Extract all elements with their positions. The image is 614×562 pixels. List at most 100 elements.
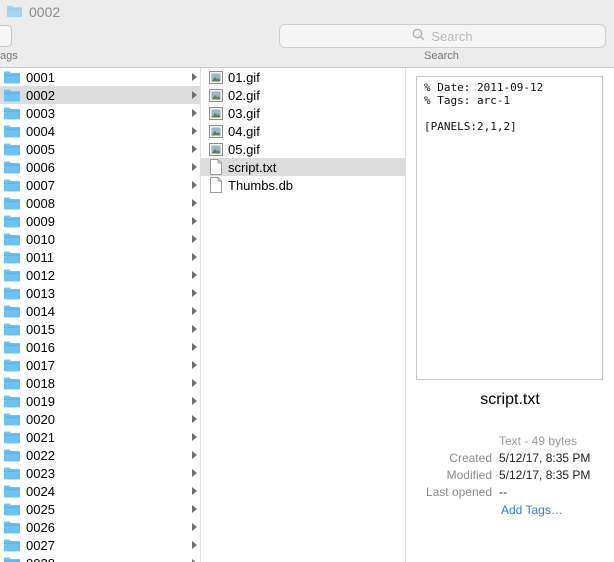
folder-name: 0015 [26, 321, 55, 337]
folder-row[interactable]: 0025 [0, 500, 200, 518]
folder-row[interactable]: 0008 [0, 194, 200, 212]
folder-row[interactable]: 0012 [0, 266, 200, 284]
folder-row[interactable]: 0028 [0, 554, 200, 562]
folder-name: 0004 [26, 123, 55, 139]
file-row[interactable]: script.txt [201, 158, 405, 176]
folder-icon [3, 556, 21, 562]
folder-icon [3, 304, 21, 318]
folder-row[interactable]: 0010 [0, 230, 200, 248]
folder-row[interactable]: 0007 [0, 176, 200, 194]
file-row[interactable]: 04.gif [201, 122, 405, 140]
toolbar: 0002 ags Search Search [0, 0, 614, 68]
chevron-right-icon [192, 451, 197, 459]
folder-row[interactable]: 0002 [0, 86, 200, 104]
chevron-right-icon [192, 433, 197, 441]
folder-row[interactable]: 0013 [0, 284, 200, 302]
preview-kind: Text - 49 bytes [499, 434, 578, 448]
folder-name: 0013 [26, 285, 55, 301]
folder-row[interactable]: 0019 [0, 392, 200, 410]
folder-column[interactable]: 0001 0002 0003 0004 0005 0006 0007 0008 0009 0010… [0, 68, 201, 562]
folder-name: 0023 [26, 465, 55, 481]
folder-row[interactable]: 0003 [0, 104, 200, 122]
folder-row[interactable]: 0004 [0, 122, 200, 140]
folder-row[interactable]: 0022 [0, 446, 200, 464]
preview-file-name: script.txt [480, 391, 540, 408]
folder-row[interactable]: 0005 [0, 140, 200, 158]
folder-icon [3, 178, 21, 192]
chevron-right-icon [192, 379, 197, 387]
folder-row[interactable]: 0026 [0, 518, 200, 536]
folder-row[interactable]: 0014 [0, 302, 200, 320]
folder-row[interactable]: 0001 [0, 68, 200, 86]
chevron-right-icon [192, 361, 197, 369]
folder-icon [3, 250, 21, 264]
chevron-right-icon [192, 199, 197, 207]
folder-name: 0006 [26, 159, 55, 175]
file-row[interactable]: 05.gif [201, 140, 405, 158]
file-row[interactable]: 02.gif [201, 86, 405, 104]
chevron-right-icon [192, 253, 197, 261]
chevron-right-icon [192, 505, 197, 513]
file-name: 02.gif [228, 87, 260, 103]
file-column[interactable]: 01.gif 02.gif 03.gif 04.gif 05.gif script.txt… [201, 68, 406, 562]
folder-row[interactable]: 0006 [0, 158, 200, 176]
text-file-icon [209, 159, 223, 175]
folder-name: 0012 [26, 267, 55, 283]
folder-row[interactable]: 0023 [0, 464, 200, 482]
folder-row[interactable]: 0021 [0, 428, 200, 446]
folder-row[interactable]: 0024 [0, 482, 200, 500]
folder-name: 0009 [26, 213, 55, 229]
preview-line: [PANELS:2,1,2] [424, 120, 517, 133]
folder-icon [3, 502, 21, 516]
folder-row[interactable]: 0020 [0, 410, 200, 428]
chevron-right-icon [192, 163, 197, 171]
search-icon [412, 28, 425, 44]
folder-row[interactable]: 0015 [0, 320, 200, 338]
folder-icon [3, 286, 21, 300]
search-input[interactable]: Search [279, 24, 606, 48]
chevron-right-icon [192, 73, 197, 81]
created-value: 5/12/17, 8:35 PM [499, 451, 591, 465]
chevron-right-icon [192, 415, 197, 423]
search-placeholder: Search [431, 28, 473, 44]
folder-name: 0014 [26, 303, 55, 319]
chevron-right-icon [192, 109, 197, 117]
folder-row[interactable]: 0016 [0, 338, 200, 356]
folder-row[interactable]: 0009 [0, 212, 200, 230]
preview-box: % Date: 2011-09-12% Tags: arc-1 [PANELS:2… [416, 76, 603, 380]
folder-name: 0016 [26, 339, 55, 355]
folder-name: 0017 [26, 357, 55, 373]
folder-list: 0001 0002 0003 0004 0005 0006 0007 0008 0009 0010… [0, 68, 200, 562]
folder-row[interactable]: 0017 [0, 356, 200, 374]
folder-icon [3, 70, 21, 84]
file-row[interactable]: 03.gif [201, 104, 405, 122]
folder-icon [3, 160, 21, 174]
folder-icon [3, 484, 21, 498]
folder-icon [3, 520, 21, 534]
image-file-icon [209, 142, 223, 156]
folder-icon [3, 142, 21, 156]
folder-name: 0026 [26, 519, 55, 535]
file-row[interactable]: 01.gif [201, 68, 405, 86]
folder-icon [3, 268, 21, 282]
chevron-right-icon [192, 235, 197, 243]
folder-name: 0024 [26, 483, 55, 499]
preview-line: % Tags: arc-1 [424, 94, 511, 107]
folder-name: 0003 [26, 105, 55, 121]
tags-button[interactable] [0, 25, 12, 47]
chevron-right-icon [192, 487, 197, 495]
folder-name: 0022 [26, 447, 55, 463]
add-tags-link[interactable]: Add Tags… [501, 503, 563, 517]
image-file-icon [209, 124, 223, 138]
folder-icon [3, 358, 21, 372]
folder-icon [3, 376, 21, 390]
folder-name: 0001 [26, 69, 55, 85]
folder-icon [3, 412, 21, 426]
folder-row[interactable]: 0011 [0, 248, 200, 266]
file-row[interactable]: Thumbs.db [201, 176, 405, 194]
folder-row[interactable]: 0027 [0, 536, 200, 554]
file-name: 03.gif [228, 105, 260, 121]
folder-name: 0027 [26, 537, 55, 553]
file-name: 05.gif [228, 141, 260, 157]
folder-row[interactable]: 0018 [0, 374, 200, 392]
